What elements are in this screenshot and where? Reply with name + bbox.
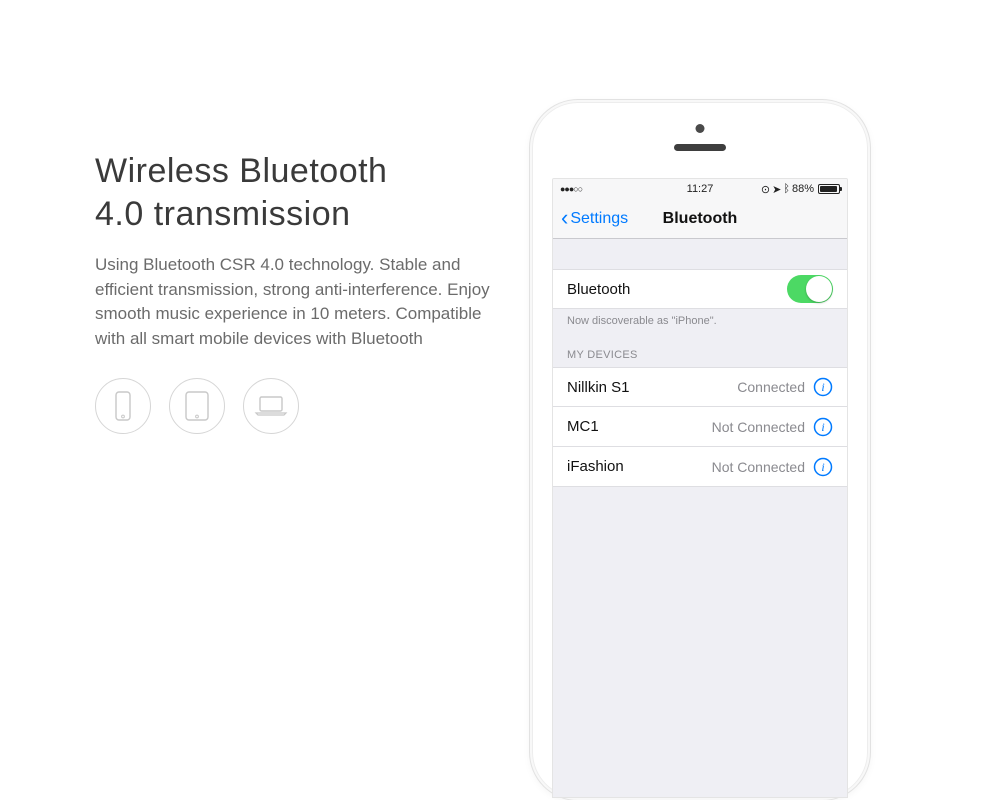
nav-bar: ‹ Settings Bluetooth bbox=[553, 199, 847, 239]
headline-line2: 4.0 transmission bbox=[95, 195, 351, 233]
info-icon[interactable]: i bbox=[813, 417, 833, 437]
device-icon-row bbox=[95, 378, 495, 434]
location-icon: ➤ bbox=[772, 183, 781, 196]
phone-icon bbox=[95, 378, 151, 434]
marketing-block: Wireless Bluetooth 4.0 transmission Usin… bbox=[95, 150, 495, 434]
body-copy: Using Bluetooth CSR 4.0 technology. Stab… bbox=[95, 253, 495, 352]
bluetooth-toggle-row[interactable]: Bluetooth bbox=[553, 269, 847, 309]
device-name: Nillkin S1 bbox=[567, 379, 630, 396]
device-row[interactable]: Nillkin S1 Connected i bbox=[553, 367, 847, 407]
status-bar: ●●●○○ 11:27 ⊙ ➤ ᛒ 88% bbox=[553, 179, 847, 199]
device-name: MC1 bbox=[567, 418, 599, 435]
headline: Wireless Bluetooth 4.0 transmission bbox=[95, 150, 495, 235]
svg-text:i: i bbox=[821, 380, 824, 394]
chevron-left-icon: ‹ bbox=[561, 207, 568, 229]
earpiece-speaker bbox=[674, 144, 726, 151]
status-time: 11:27 bbox=[687, 183, 714, 195]
nav-title: Bluetooth bbox=[663, 210, 738, 228]
device-status: Not Connected bbox=[624, 459, 805, 475]
svg-text:i: i bbox=[821, 420, 824, 434]
devices-header: MY DEVICES bbox=[553, 327, 847, 367]
back-label: Settings bbox=[570, 210, 628, 228]
info-icon[interactable]: i bbox=[813, 457, 833, 477]
bluetooth-label: Bluetooth bbox=[567, 281, 630, 298]
discoverable-text: Now discoverable as "iPhone". bbox=[553, 309, 847, 327]
headline-line1: Wireless Bluetooth bbox=[95, 152, 387, 190]
bluetooth-icon: ᛒ bbox=[783, 183, 790, 195]
iphone-body: ●●●○○ 11:27 ⊙ ➤ ᛒ 88% ‹ Settings Bluetoo… bbox=[532, 102, 868, 798]
signal-dots-icon: ●●●○○ bbox=[560, 184, 582, 194]
bluetooth-switch[interactable] bbox=[787, 275, 833, 303]
phone-screen: ●●●○○ 11:27 ⊙ ➤ ᛒ 88% ‹ Settings Bluetoo… bbox=[552, 178, 848, 798]
svg-text:i: i bbox=[821, 460, 824, 474]
iphone-mockup: ●●●○○ 11:27 ⊙ ➤ ᛒ 88% ‹ Settings Bluetoo… bbox=[530, 100, 870, 800]
laptop-icon bbox=[243, 378, 299, 434]
device-status: Connected bbox=[630, 379, 805, 395]
device-row[interactable]: iFashion Not Connected i bbox=[553, 447, 847, 487]
device-status: Not Connected bbox=[599, 419, 805, 435]
device-row[interactable]: MC1 Not Connected i bbox=[553, 407, 847, 447]
battery-percent: 88% bbox=[792, 183, 814, 195]
alarm-icon: ⊙ bbox=[761, 183, 770, 196]
battery-icon bbox=[818, 184, 840, 194]
front-camera bbox=[696, 124, 705, 133]
back-button[interactable]: ‹ Settings bbox=[561, 209, 628, 229]
device-name: iFashion bbox=[567, 458, 624, 475]
tablet-icon bbox=[169, 378, 225, 434]
settings-scroll[interactable]: Bluetooth Now discoverable as "iPhone". … bbox=[553, 239, 847, 797]
info-icon[interactable]: i bbox=[813, 377, 833, 397]
